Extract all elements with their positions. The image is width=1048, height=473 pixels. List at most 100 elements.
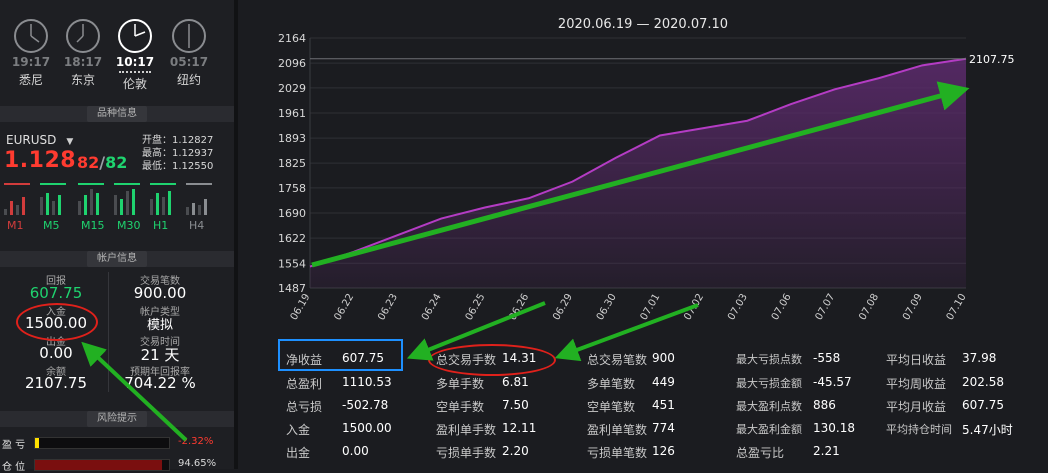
timeframe-h4[interactable]: H4 — [189, 219, 204, 232]
stat-value: 202.58 — [962, 375, 1004, 389]
x-tick-label: 06.29 — [551, 292, 575, 322]
stat-value-text: 2.20 — [502, 444, 529, 458]
strength-bar — [10, 201, 13, 215]
x-tick-label: 06.24 — [420, 292, 444, 322]
stat-label: 盈利单手数 — [436, 421, 496, 438]
y-tick-label: 1554 — [278, 257, 306, 270]
stat-label: 多单笔数 — [587, 375, 635, 392]
strength-bar — [84, 195, 87, 215]
clock-city: 东京 — [70, 73, 95, 87]
stat-value: 900 — [652, 351, 675, 365]
stat-label: 最大盈利金额 — [736, 421, 802, 437]
stat-label-text: 空单手数 — [436, 400, 485, 414]
stat-value: -45.57 — [813, 375, 852, 389]
x-tick-label: 07.02 — [682, 292, 706, 322]
y-tick-label: 1825 — [278, 157, 306, 170]
strength-bar — [162, 197, 165, 215]
strength-bar — [16, 205, 19, 215]
timeframe-m15[interactable]: M15 — [81, 219, 105, 232]
stat-label: 最大盈利点数 — [736, 398, 802, 414]
stat-label-text: 最大盈利金额 — [736, 423, 802, 436]
y-tick-label: 1758 — [278, 182, 306, 195]
stat-label-text: 最大亏损点数 — [736, 353, 802, 366]
stat-label: 净收益 — [286, 351, 322, 368]
stat-label: 亏损单手数 — [436, 444, 496, 461]
stat-value-text: 2.21 — [813, 444, 840, 458]
stat-value: 449 — [652, 375, 675, 389]
strength-bar — [150, 199, 153, 215]
stat-value: 1500.00 — [342, 421, 392, 435]
stat-label-text: 最大盈利点数 — [736, 400, 802, 413]
stat-label: 平均月收益 — [886, 398, 946, 415]
strength-bars — [40, 183, 66, 215]
stat-value-text: 1500.00 — [342, 421, 392, 435]
timeframe-m30[interactable]: M30 — [117, 219, 141, 232]
stat-label-text: 盈利单手数 — [436, 423, 497, 437]
x-tick-label: 06.22 — [332, 292, 356, 322]
timeframe-m1[interactable]: M1 — [7, 219, 24, 232]
stat-label-text: 平均周收益 — [886, 377, 947, 391]
stat-label-text: 亏损单笔数 — [587, 446, 648, 460]
stat-value: 6.81 — [502, 375, 529, 389]
stat-value-text: 7.50 — [502, 398, 529, 412]
stat-value: 774 — [652, 421, 675, 435]
stat-value: 1110.53 — [342, 375, 392, 389]
stat-label: 亏损单笔数 — [587, 444, 647, 461]
stat-value-text: 202.58 — [962, 375, 1004, 389]
x-tick-label: 06.26 — [507, 292, 531, 322]
timeframe-m5[interactable]: M5 — [43, 219, 60, 232]
stat-label: 总交易手数 — [436, 351, 496, 368]
stat-label-text: 出金 — [286, 446, 311, 460]
stat-value-text: 607.75 — [342, 351, 384, 365]
trades-value: 900.00 — [133, 284, 187, 302]
section-title: 风险提示 — [87, 411, 147, 427]
bar-cap — [4, 183, 30, 185]
y-tick-label: 1893 — [278, 132, 306, 145]
stat-label: 平均周收益 — [886, 375, 946, 392]
stat-value-text: 126 — [652, 444, 675, 458]
symbol-selector[interactable]: EURUSD ▼ — [6, 133, 73, 147]
timeframe-h1[interactable]: H1 — [153, 219, 168, 232]
stat-value-text: -558 — [813, 351, 841, 365]
section-title: 帐户信息 — [87, 251, 147, 267]
active-indicator — [119, 69, 151, 73]
stat-value: 0.00 — [342, 444, 369, 458]
stat-label: 总盈利 — [286, 375, 322, 392]
duration-value: 21 天 — [140, 346, 180, 364]
stat-label-text: 平均持仓时间 — [886, 423, 952, 436]
strength-bar — [90, 189, 93, 215]
stat-label: 平均持仓时间 — [886, 421, 952, 437]
stat-value: 2.21 — [813, 444, 840, 458]
x-tick-label: 07.01 — [639, 292, 663, 322]
risk-label: 盈 亏 — [2, 440, 26, 451]
stat-value-text: 886 — [813, 398, 836, 412]
stat-label: 空单手数 — [436, 398, 484, 415]
strength-bar — [186, 207, 189, 215]
x-tick-label: 07.09 — [901, 292, 925, 322]
stat-value-text: 6.81 — [502, 375, 529, 389]
stat-value: 7.50 — [502, 398, 529, 412]
strength-bars — [150, 183, 176, 215]
stat-value-text: 1110.53 — [342, 375, 392, 389]
stat-value-text: 449 — [652, 375, 675, 389]
section-account: 帐户信息 — [0, 251, 234, 267]
clock-london: 10:17 伦敦 — [112, 18, 158, 92]
strength-bar — [22, 197, 25, 215]
stat-label-text: 入金 — [286, 423, 311, 437]
chevron-down-icon: ▼ — [66, 137, 74, 147]
strength-bar — [192, 203, 195, 215]
strength-bar — [114, 195, 117, 215]
section-title: 品种信息 — [87, 106, 147, 122]
stat-label: 总亏损 — [286, 398, 322, 415]
strength-bar — [96, 193, 99, 215]
withdraw-value: 0.00 — [39, 344, 73, 362]
stat-label: 最大亏损点数 — [736, 351, 802, 367]
stat-value: 130.18 — [813, 421, 855, 435]
stat-value: 607.75 — [342, 351, 384, 365]
strength-bar — [198, 205, 201, 215]
strength-bar — [204, 199, 207, 215]
clock-time: 19:17 — [11, 55, 51, 69]
stat-label: 盈利单笔数 — [587, 421, 647, 438]
bar-cap — [150, 183, 176, 185]
equity-area — [310, 58, 966, 288]
